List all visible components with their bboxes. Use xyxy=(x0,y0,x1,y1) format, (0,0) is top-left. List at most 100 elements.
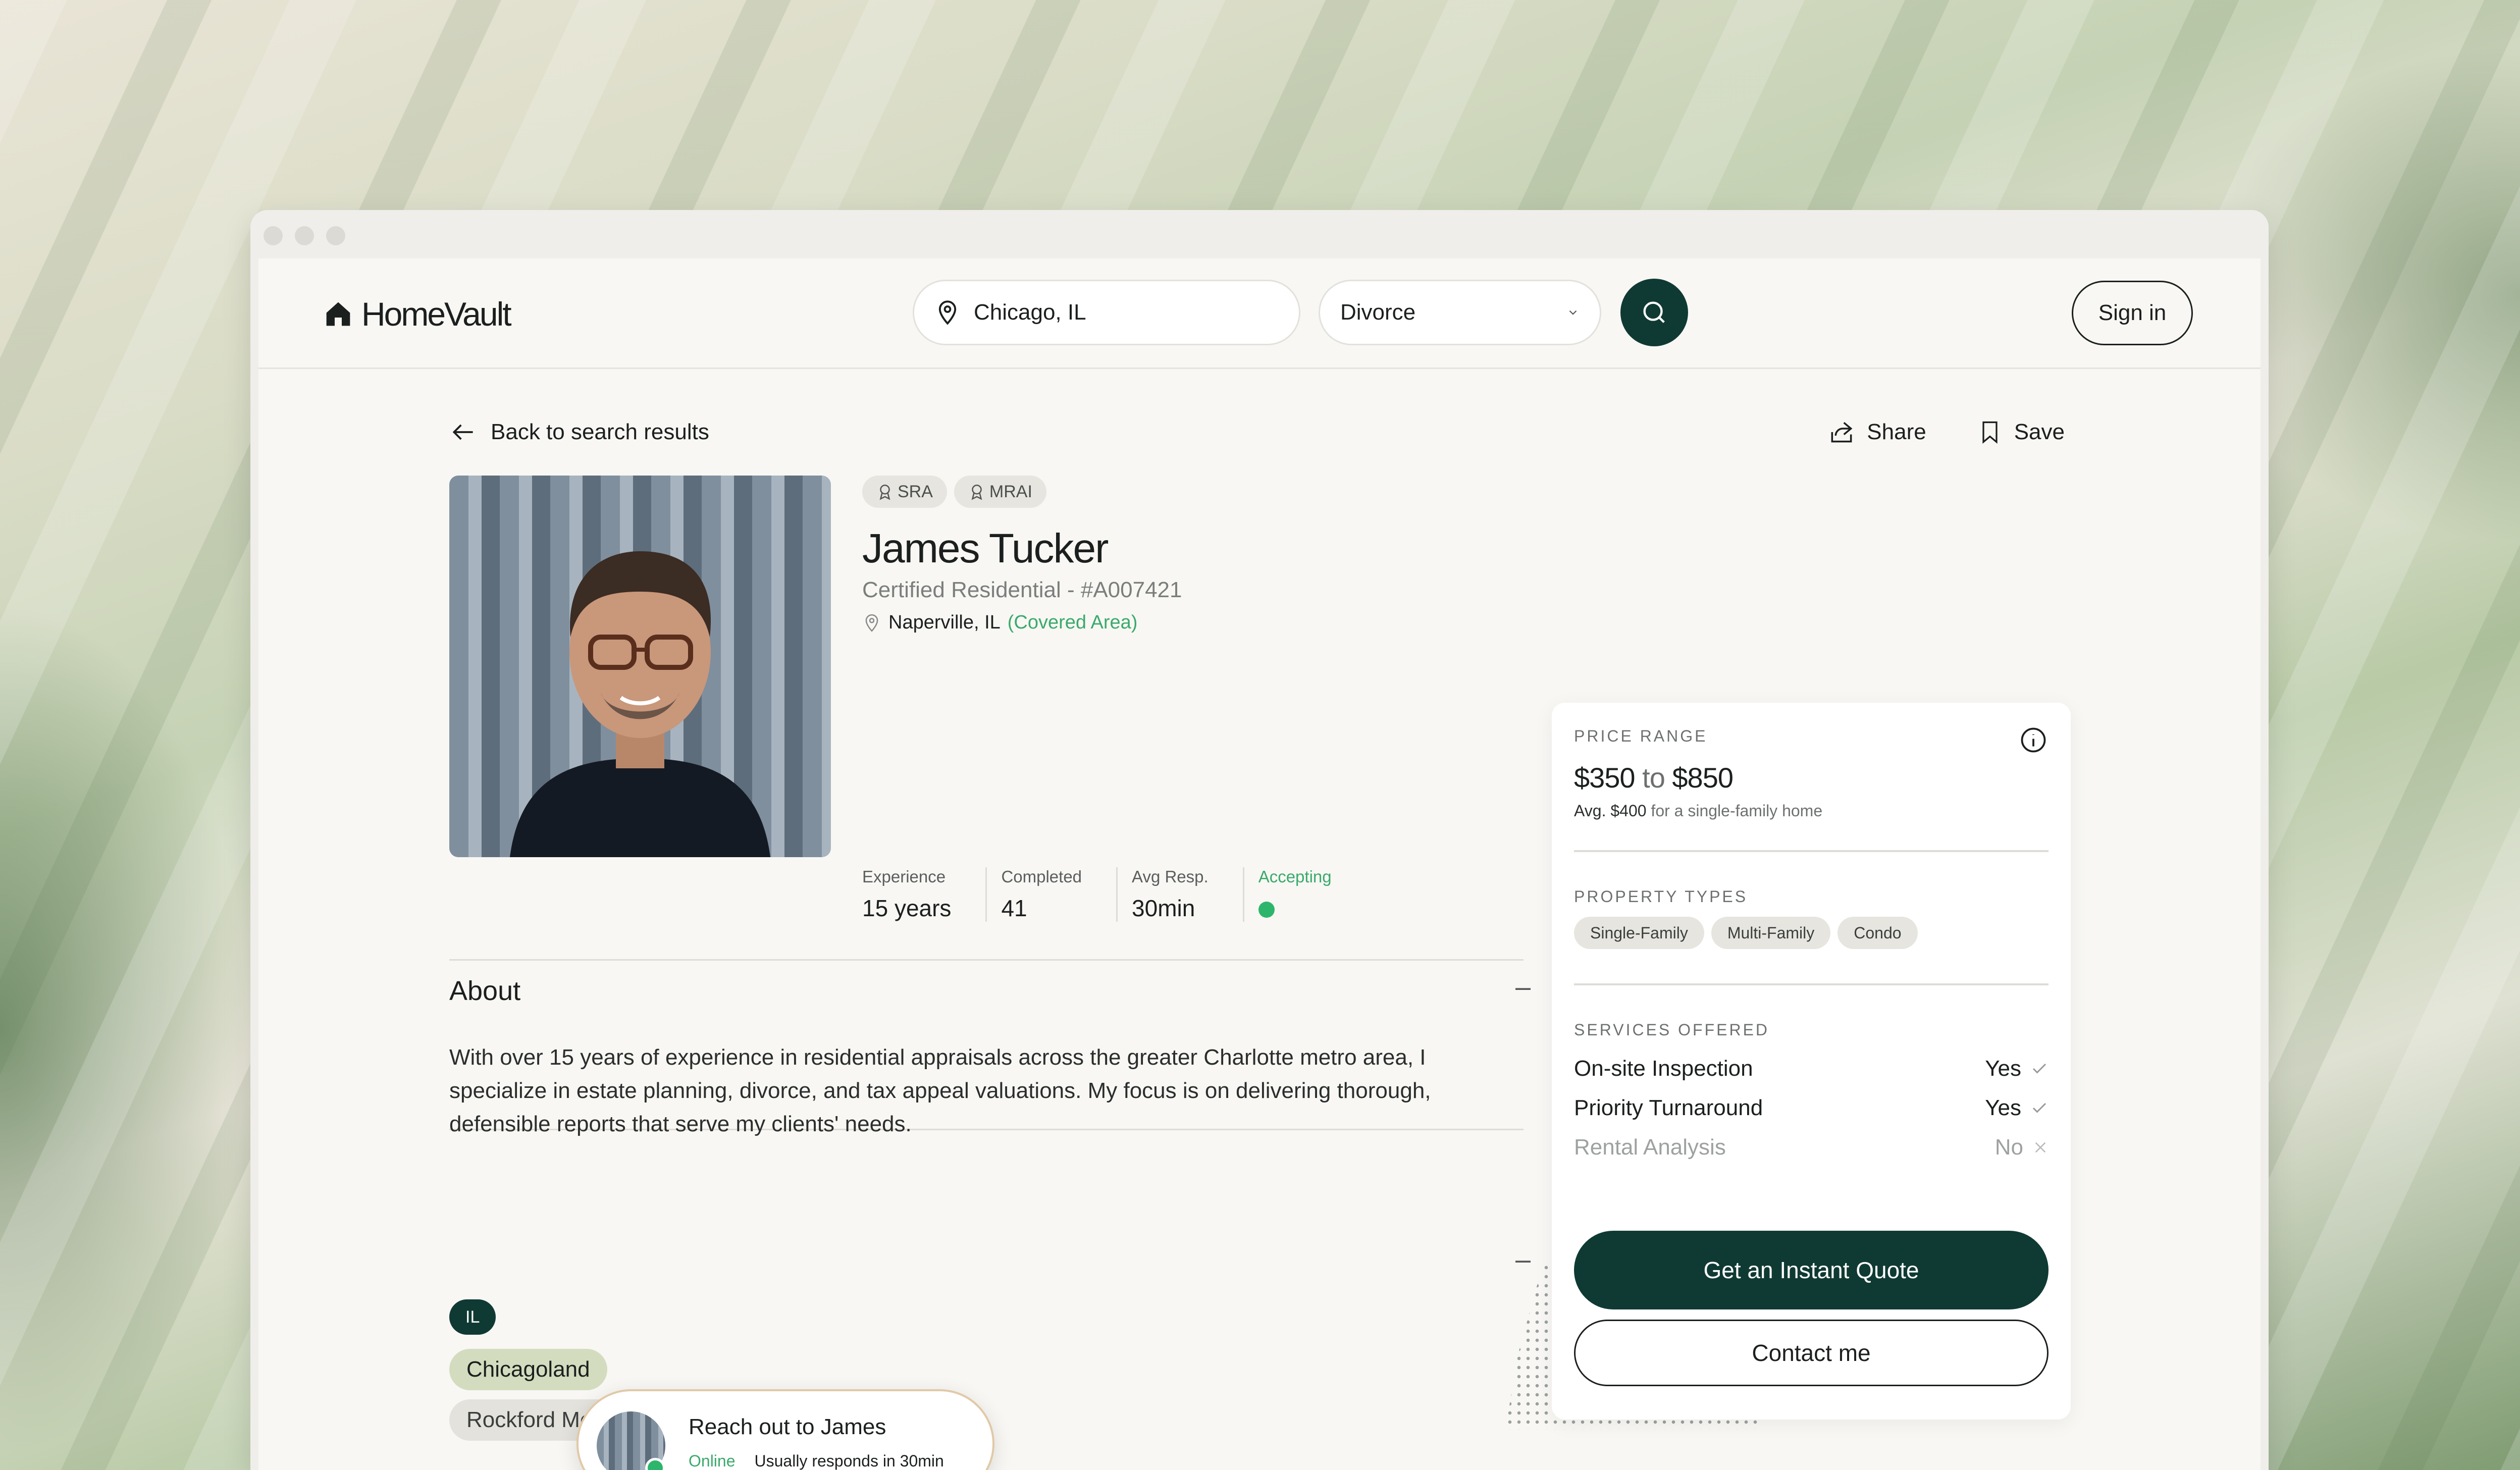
info-icon[interactable] xyxy=(2018,725,2049,755)
browser-window: HomeVault Divorce Sign in Back to search… xyxy=(250,210,2269,1470)
price-min: $350 xyxy=(1574,762,1636,794)
avg-note: for a single-family home xyxy=(1651,802,1823,820)
card-divider xyxy=(1574,850,2049,852)
location-search-field[interactable] xyxy=(913,280,1300,345)
appraisal-type-value: Divorce xyxy=(1340,300,1416,325)
service-priority-turnaround: Priority Turnaround Yes xyxy=(1574,1095,2049,1121)
service-answer: Yes xyxy=(1985,1056,2049,1081)
price-average: Avg. $400 for a single-family home xyxy=(1574,802,1822,820)
divider xyxy=(449,959,1524,961)
check-icon xyxy=(2032,1063,2046,1074)
stat-accepting: Accepting xyxy=(1258,867,1366,922)
share-icon xyxy=(1831,422,1853,443)
page: HomeVault Divorce Sign in Back to search… xyxy=(258,258,2261,1470)
instant-quote-button[interactable]: Get an Instant Quote xyxy=(1574,1231,2049,1309)
chevron-down-icon xyxy=(1569,310,1577,315)
location-pin-icon xyxy=(865,614,878,632)
award-icon xyxy=(879,484,890,500)
profile-stats: Experience 15 years Completed 41 Avg Res… xyxy=(862,867,1380,922)
bookmark-icon xyxy=(1982,421,1998,444)
service-rental-analysis: Rental Analysis No xyxy=(1574,1135,2049,1160)
badge-mrai: MRAI xyxy=(954,476,1046,508)
stat-label: Experience xyxy=(862,867,946,886)
service-answer-text: No xyxy=(1994,1135,2023,1160)
accepting-label: Accepting xyxy=(1258,867,1332,886)
location-pin-icon xyxy=(938,300,957,325)
stat-response: Avg Resp. 30min xyxy=(1132,867,1244,922)
price-range: $350 to $850 xyxy=(1574,761,1734,794)
stat-value: 15 years xyxy=(862,895,952,921)
home-logo-icon xyxy=(326,302,350,326)
stat-experience: Experience 15 years xyxy=(862,867,987,922)
stat-label: Completed xyxy=(1001,867,1082,886)
license-info: Certified Residential - #A007421 xyxy=(862,578,1182,602)
brand-name: HomeVault xyxy=(361,295,512,333)
appraiser-portrait-image xyxy=(510,551,770,857)
back-label: Back to search results xyxy=(491,419,709,444)
badge-sra: SRA xyxy=(862,476,947,508)
award-icon xyxy=(971,484,982,500)
about-heading: About xyxy=(449,976,521,1006)
service-answer-text: Yes xyxy=(1985,1056,2021,1081)
badge-label: MRAI xyxy=(989,482,1032,501)
pricing-card: PRICE RANGE $350 to $850 Avg. $400 for a… xyxy=(1552,703,2071,1420)
coverage-status: (Covered Area) xyxy=(1007,612,1138,633)
property-type-chip: Single-Family xyxy=(1574,917,1704,949)
share-label: Share xyxy=(1867,419,1926,444)
appraisal-type-select[interactable]: Divorce xyxy=(1319,280,1601,345)
profile-actions: Share Save xyxy=(1827,418,2065,446)
response-time: Usually responds in 30min xyxy=(754,1452,944,1470)
services-label: SERVICES OFFERED xyxy=(1574,1021,1770,1039)
price-max: $850 xyxy=(1672,762,1734,794)
stat-value: 41 xyxy=(1001,895,1027,921)
save-label: Save xyxy=(2014,419,2065,444)
appraiser-location: Naperville, IL (Covered Area) xyxy=(862,612,1137,634)
stat-label: Avg Resp. xyxy=(1132,867,1209,886)
contact-me-button[interactable]: Contact me xyxy=(1574,1320,2049,1386)
window-titlebar xyxy=(250,210,2269,258)
search-icon xyxy=(1643,301,1665,323)
service-name: On-site Inspection xyxy=(1574,1056,1753,1081)
property-type-chip: Condo xyxy=(1838,917,1918,949)
service-answer: No xyxy=(1995,1135,2049,1160)
service-name: Priority Turnaround xyxy=(1574,1095,1763,1120)
certification-badges: SRA MRAI xyxy=(862,476,1046,508)
about-collapse-toggle[interactable]: – xyxy=(1515,971,1531,1003)
window-close-dot[interactable] xyxy=(264,226,283,245)
badge-label: SRA xyxy=(898,482,933,501)
price-to: to xyxy=(1642,762,1665,794)
property-types-list: Single-Family Multi-Family Condo xyxy=(1574,917,1918,949)
window-minimize-dot[interactable] xyxy=(295,226,314,245)
location-input[interactable] xyxy=(973,299,1257,326)
sign-in-button[interactable]: Sign in xyxy=(2072,281,2193,345)
arrow-left-icon xyxy=(452,424,473,440)
about-text: With over 15 years of experience in resi… xyxy=(449,1045,1431,1136)
property-type-chip: Multi-Family xyxy=(1711,917,1831,949)
coverage-collapse-toggle[interactable]: – xyxy=(1515,1244,1531,1275)
online-status: Online xyxy=(689,1452,736,1470)
stat-completed: Completed 41 xyxy=(1001,867,1118,922)
save-button[interactable]: Save xyxy=(1977,418,2065,446)
price-range-label: PRICE RANGE xyxy=(1574,727,1708,745)
window-maximize-dot[interactable] xyxy=(326,226,345,245)
service-answer: Yes xyxy=(1985,1095,2049,1121)
appraiser-photo xyxy=(449,476,831,857)
stat-value: 30min xyxy=(1132,895,1195,921)
reach-out-title: Reach out to James xyxy=(689,1414,886,1439)
card-divider xyxy=(1574,983,2049,985)
check-icon xyxy=(2032,1102,2046,1113)
back-to-results-link[interactable]: Back to search results xyxy=(449,418,709,446)
state-tag[interactable]: IL xyxy=(449,1299,496,1335)
reach-out-subtitle: Online Usually responds in 30min xyxy=(689,1452,944,1470)
reach-out-widget[interactable]: Reach out to James Online Usually respon… xyxy=(576,1389,994,1470)
region-chip-chicagoland[interactable]: Chicagoland xyxy=(449,1349,607,1390)
avg-value: Avg. $400 xyxy=(1574,802,1647,820)
site-header: HomeVault Divorce Sign in xyxy=(258,258,2261,369)
property-types-label: PROPERTY TYPES xyxy=(1574,887,1748,906)
appraiser-name: James Tucker xyxy=(862,526,1109,571)
service-answer-text: Yes xyxy=(1985,1095,2021,1120)
brand-logo[interactable]: HomeVault xyxy=(324,295,512,333)
search-button[interactable] xyxy=(1620,279,1688,346)
share-button[interactable]: Share xyxy=(1827,418,1926,446)
service-name: Rental Analysis xyxy=(1574,1135,1726,1160)
